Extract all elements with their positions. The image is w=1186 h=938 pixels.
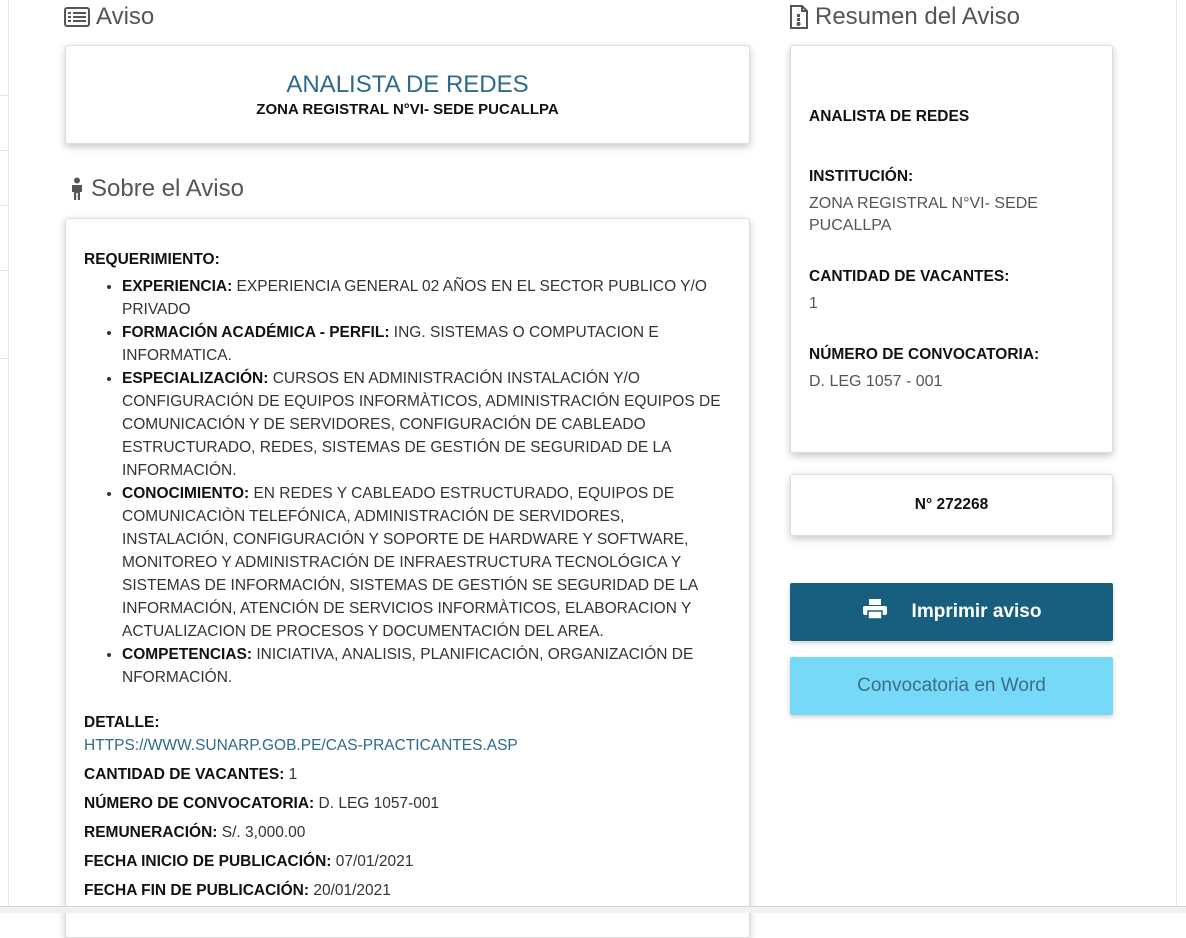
list-icon: [64, 7, 90, 27]
detail-block: DETALLE: HTTPS://WWW.SUNARP.GOB.PE/CAS-P…: [84, 711, 731, 757]
aviso-heading: Aviso: [64, 3, 154, 31]
fecha-inicio-row: FECHA INICIO DE PUBLICACIÓN: 07/01/2021: [84, 853, 414, 870]
requirements-list: EXPERIENCIA: EXPERIENCIA GENERAL 02 AÑOS…: [84, 275, 731, 689]
resumen-heading-text: Resumen del Aviso: [815, 3, 1021, 30]
convocatoria-row: NÚMERO DE CONVOCATORIA: D. LEG 1057-001: [84, 795, 440, 812]
job-organization: ZONA REGISTRAL N°VI- SEDE PUCALLPA: [256, 101, 559, 118]
aviso-number: N° 272268: [914, 496, 989, 513]
requirement-label: REQUERIMIENTO:: [84, 251, 220, 268]
word-button-label: Convocatoria en Word: [857, 675, 1046, 696]
institucion-label: INSTITUCIÓN:: [809, 168, 914, 185]
printer-icon: [862, 598, 888, 626]
detail-link[interactable]: HTTPS://WWW.SUNARP.GOB.PE/CAS-PRACTICANT…: [84, 737, 518, 754]
list-item: ESPECIALIZACIÓN: CURSOS EN ADMINISTRACIÓ…: [122, 367, 731, 482]
summary-card: ANALISTA DE REDES INSTITUCIÓN: ZONA REGI…: [790, 45, 1113, 453]
sobre-heading-text: Sobre el Aviso: [91, 175, 244, 202]
print-button[interactable]: Imprimir aviso: [790, 583, 1113, 641]
job-title: ANALISTA DE REDES: [286, 71, 529, 98]
summary-title: ANALISTA DE REDES: [809, 108, 970, 125]
print-button-label: Imprimir aviso: [911, 601, 1042, 622]
word-download-button[interactable]: Convocatoria en Word: [790, 657, 1113, 715]
aviso-heading-text: Aviso: [96, 3, 155, 30]
person-icon: [69, 177, 85, 201]
detail-label: DETALLE:: [84, 714, 160, 731]
institucion-value: ZONA REGISTRAL N°VI- SEDE PUCALLPA: [809, 195, 1038, 234]
vacantes-row: CANTIDAD DE VACANTES: 1: [84, 766, 298, 783]
job-title-card: ANALISTA DE REDES ZONA REGISTRAL N°VI- S…: [65, 45, 750, 144]
list-item: EXPERIENCIA: EXPERIENCIA GENERAL 02 AÑOS…: [122, 275, 731, 321]
about-card: REQUERIMIENTO: EXPERIENCIA: EXPERIENCIA …: [65, 218, 750, 938]
list-item: FORMACIÓN ACADÉMICA - PERFIL: ING. SISTE…: [122, 321, 731, 367]
left-edge-panel: [0, 0, 9, 912]
sobre-heading: Sobre el Aviso: [69, 175, 244, 203]
document-icon: [789, 5, 809, 29]
summary-vacantes-value: 1: [809, 295, 818, 312]
summary-convocatoria-value: D. LEG 1057 - 001: [809, 373, 943, 390]
summary-convocatoria-label: NÚMERO DE CONVOCATORIA:: [809, 346, 1040, 363]
remuneracion-row: REMUNERACIÓN: S/. 3,000.00: [84, 824, 306, 841]
fecha-fin-row: FECHA FIN DE PUBLICACIÓN: 20/01/2021: [84, 882, 391, 899]
right-edge-panel: [1176, 0, 1186, 912]
summary-vacantes-label: CANTIDAD DE VACANTES:: [809, 268, 1010, 285]
list-item: COMPETENCIAS: INICIATIVA, ANALISIS, PLAN…: [122, 643, 731, 689]
aviso-number-card: N° 272268: [790, 474, 1113, 536]
resumen-heading: Resumen del Aviso: [789, 3, 1020, 31]
list-item: CONOCIMIENTO: EN REDES Y CABLEADO ESTRUC…: [122, 482, 731, 643]
